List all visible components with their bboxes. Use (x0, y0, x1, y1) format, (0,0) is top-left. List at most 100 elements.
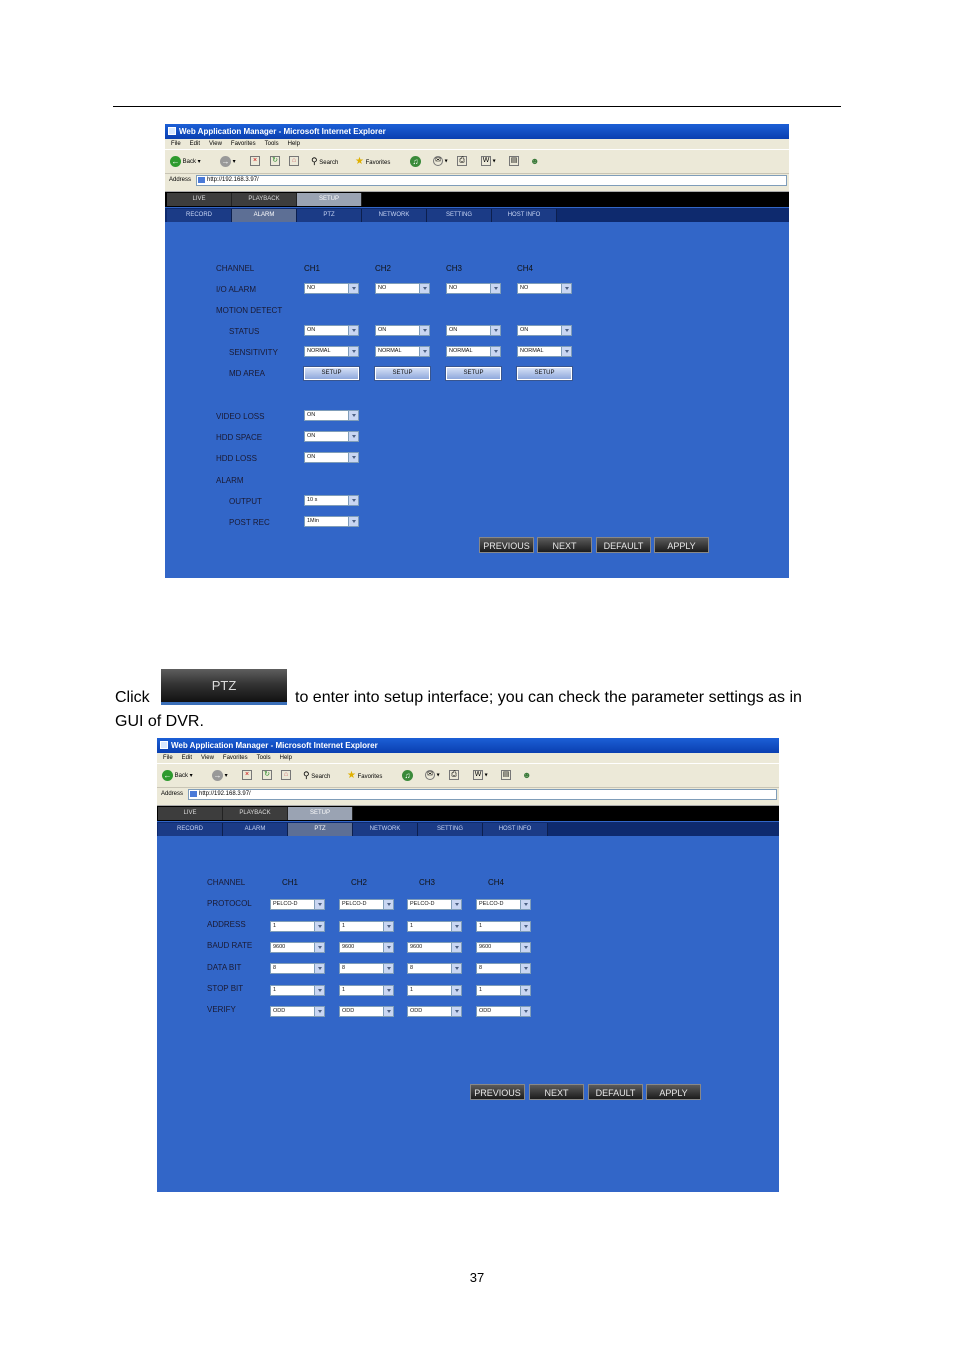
forward-button[interactable]: → ▾ (212, 770, 228, 781)
subtab-setting[interactable]: SETTING (418, 823, 483, 836)
verify-ch4-select[interactable]: ODD (476, 1006, 531, 1017)
media-button[interactable]: ♫ (402, 770, 413, 781)
apply-button[interactable]: APPLY (646, 1084, 701, 1100)
mail-button[interactable]: ✉ ▾ (425, 770, 440, 781)
print-button[interactable]: ⎙ (457, 156, 467, 167)
address-ch2-select[interactable]: 1 (339, 921, 394, 932)
menu-help[interactable]: Help (280, 755, 292, 761)
subtab-setting[interactable]: SETTING (427, 209, 492, 222)
next-button[interactable]: NEXT (529, 1084, 584, 1100)
baud-rate-ch1-select[interactable]: 9600 (270, 942, 325, 953)
sensitivity-ch3-select[interactable]: NORMAL (446, 346, 501, 357)
sensitivity-ch4-select[interactable]: NORMAL (517, 346, 572, 357)
tab-live[interactable]: LIVE (158, 807, 223, 820)
address-ch4-select[interactable]: 1 (476, 921, 531, 932)
data-bit-ch1-select[interactable]: 8 (270, 963, 325, 974)
md-area-ch1-setup-button[interactable]: SETUP (303, 366, 360, 381)
menu-edit[interactable]: Edit (190, 141, 200, 147)
media-button[interactable]: ♫ (410, 156, 421, 167)
io-alarm-ch4-select[interactable]: NO (517, 283, 572, 294)
menu-view[interactable]: View (201, 755, 214, 761)
subtab-host-info[interactable]: HOST INFO (492, 209, 557, 222)
data-bit-ch4-select[interactable]: 8 (476, 963, 531, 974)
menu-help[interactable]: Help (288, 141, 300, 147)
subtab-host-info[interactable]: HOST INFO (483, 823, 548, 836)
discuss-button[interactable]: ▤ (509, 156, 519, 167)
menu-file[interactable]: File (171, 141, 181, 147)
address-ch1-select[interactable]: 1 (270, 921, 325, 932)
subtab-alarm[interactable]: ALARM (223, 823, 288, 836)
baud-rate-ch3-select[interactable]: 9600 (407, 942, 462, 953)
default-button[interactable]: DEFAULT (596, 537, 651, 553)
baud-rate-ch4-select[interactable]: 9600 (476, 942, 531, 953)
io-alarm-ch3-select[interactable]: NO (446, 283, 501, 294)
protocol-ch1-select[interactable]: PELCO-D (270, 899, 325, 910)
hdd-space-select[interactable]: ON (304, 431, 359, 442)
menu-favorites[interactable]: Favorites (223, 755, 248, 761)
discuss-button[interactable]: ▤ (501, 770, 511, 781)
video-loss-select[interactable]: ON (304, 410, 359, 421)
address-input[interactable]: http://192.168.3.97/ (196, 175, 787, 186)
output-select[interactable]: 10 s (304, 495, 359, 506)
stop-button[interactable]: × (242, 770, 252, 781)
address-input[interactable]: http://192.168.3.97/ (188, 789, 777, 800)
data-bit-ch2-select[interactable]: 8 (339, 963, 394, 974)
subtab-record[interactable]: RECORD (167, 209, 232, 222)
io-alarm-ch1-select[interactable]: NO (304, 283, 359, 294)
next-button[interactable]: NEXT (537, 537, 592, 553)
status-ch1-select[interactable]: ON (304, 325, 359, 336)
messenger-button[interactable]: ☻ (522, 770, 531, 781)
stop-bit-ch1-select[interactable]: 1 (270, 985, 325, 996)
io-alarm-ch2-select[interactable]: NO (375, 283, 430, 294)
verify-ch3-select[interactable]: ODD (407, 1006, 462, 1017)
stop-bit-ch2-select[interactable]: 1 (339, 985, 394, 996)
home-button[interactable]: ⌂ (289, 156, 299, 167)
status-ch3-select[interactable]: ON (446, 325, 501, 336)
menu-favorites[interactable]: Favorites (231, 141, 256, 147)
tab-playback[interactable]: PLAYBACK (223, 807, 288, 820)
subtab-ptz[interactable]: PTZ (297, 209, 362, 222)
baud-rate-ch2-select[interactable]: 9600 (339, 942, 394, 953)
apply-button[interactable]: APPLY (654, 537, 709, 553)
search-button[interactable]: ⚲ Search (311, 156, 338, 167)
default-button[interactable]: DEFAULT (588, 1084, 643, 1100)
verify-ch1-select[interactable]: ODD (270, 1006, 325, 1017)
hdd-loss-select[interactable]: ON (304, 452, 359, 463)
status-ch4-select[interactable]: ON (517, 325, 572, 336)
menu-edit[interactable]: Edit (182, 755, 192, 761)
forward-button[interactable]: → ▾ (220, 156, 236, 167)
home-button[interactable]: ⌂ (281, 770, 291, 781)
stop-bit-ch3-select[interactable]: 1 (407, 985, 462, 996)
subtab-record[interactable]: RECORD (158, 823, 223, 836)
status-ch2-select[interactable]: ON (375, 325, 430, 336)
stop-bit-ch4-select[interactable]: 1 (476, 985, 531, 996)
previous-button[interactable]: PREVIOUS (479, 537, 534, 553)
mail-button[interactable]: ✉ ▾ (433, 156, 448, 167)
md-area-ch4-setup-button[interactable]: SETUP (516, 366, 573, 381)
md-area-ch3-setup-button[interactable]: SETUP (445, 366, 502, 381)
refresh-button[interactable]: ↻ (262, 770, 272, 781)
sensitivity-ch2-select[interactable]: NORMAL (375, 346, 430, 357)
tab-setup[interactable]: SETUP (297, 193, 362, 206)
menu-file[interactable]: File (163, 755, 173, 761)
previous-button[interactable]: PREVIOUS (470, 1084, 525, 1100)
data-bit-ch3-select[interactable]: 8 (407, 963, 462, 974)
tab-playback[interactable]: PLAYBACK (232, 193, 297, 206)
menu-view[interactable]: View (209, 141, 222, 147)
sensitivity-ch1-select[interactable]: NORMAL (304, 346, 359, 357)
protocol-ch3-select[interactable]: PELCO-D (407, 899, 462, 910)
print-button[interactable]: ⎙ (449, 770, 459, 781)
address-ch3-select[interactable]: 1 (407, 921, 462, 932)
stop-button[interactable]: × (250, 156, 260, 167)
edit-button[interactable]: W ▾ (473, 770, 488, 781)
favorites-button[interactable]: ★ Favorites (355, 156, 390, 167)
post-rec-select[interactable]: 1Min (304, 516, 359, 527)
verify-ch2-select[interactable]: ODD (339, 1006, 394, 1017)
messenger-button[interactable]: ☻ (530, 156, 539, 167)
favorites-button[interactable]: ★ Favorites (347, 770, 382, 781)
subtab-alarm[interactable]: ALARM (232, 209, 297, 222)
back-button[interactable]: ← Back ▾ (162, 770, 193, 781)
tab-live[interactable]: LIVE (167, 193, 232, 206)
search-button[interactable]: ⚲ Search (303, 770, 330, 781)
subtab-network[interactable]: NETWORK (362, 209, 427, 222)
